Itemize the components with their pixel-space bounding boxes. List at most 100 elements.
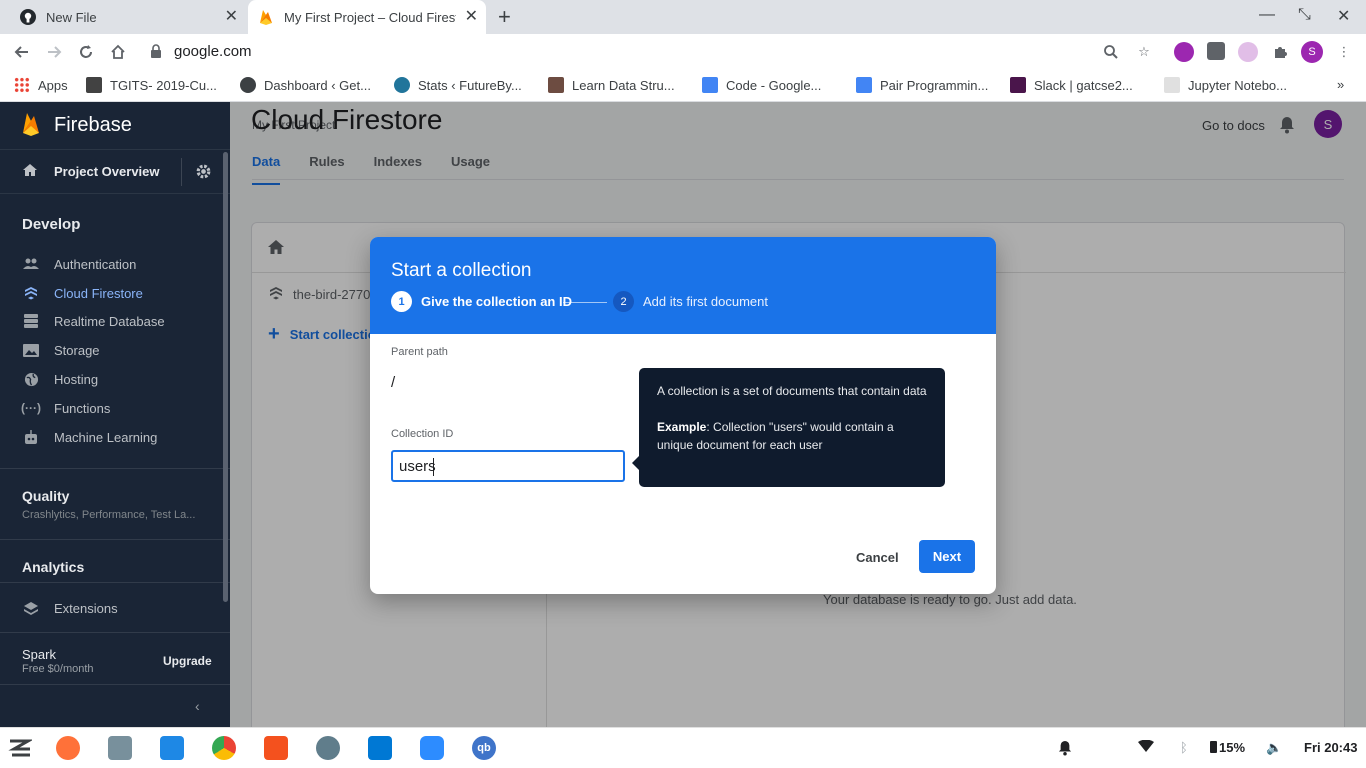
bookmark-apps[interactable]: Apps — [14, 77, 68, 93]
bookmark-favicon-icon — [548, 77, 564, 93]
software-store-icon[interactable] — [160, 736, 184, 760]
dialog-title: Start a collection — [391, 260, 532, 281]
files-icon[interactable] — [108, 736, 132, 760]
quality-subtitle: Crashlytics, Performance, Test La... — [22, 509, 196, 521]
bookmark-star-icon[interactable]: ☆ — [1133, 41, 1155, 63]
google-docs-icon — [702, 77, 718, 93]
sidebar-item-realtime-database[interactable]: Realtime Database — [0, 308, 230, 334]
step-number: 1 — [391, 291, 412, 312]
firebase-brand[interactable]: Firebase — [0, 102, 230, 150]
extension-icon[interactable] — [1174, 42, 1194, 62]
battery-indicator[interactable]: 15% — [1210, 740, 1245, 755]
stepper-step-1: 1 Give the collection an ID — [391, 291, 572, 312]
close-window-icon[interactable]: ✕ — [1337, 6, 1350, 26]
sidebar-scrollbar[interactable] — [223, 152, 228, 602]
browser-menu-icon[interactable]: ⋮ — [1333, 41, 1355, 63]
quality-heading[interactable]: Quality — [0, 488, 69, 504]
restore-icon[interactable]: ⤡ — [1298, 6, 1311, 24]
parent-path-label: Parent path — [391, 346, 448, 358]
launcher-icon[interactable] — [8, 736, 32, 760]
stepper-connector — [563, 302, 607, 303]
divider — [0, 539, 230, 540]
extension-tool-icon[interactable] — [1207, 42, 1225, 60]
sidebar-item-machine-learning[interactable]: Machine Learning — [0, 424, 230, 450]
back-icon[interactable] — [11, 41, 33, 63]
anydesk-icon[interactable] — [264, 736, 288, 760]
chrome-icon[interactable] — [212, 736, 236, 760]
bookmark-favicon-icon — [240, 77, 256, 93]
firefox-icon[interactable] — [56, 736, 80, 760]
vscode-icon[interactable] — [368, 736, 392, 760]
qbittorrent-icon[interactable]: qb — [472, 736, 496, 760]
divider — [0, 582, 230, 583]
firebase-icon — [258, 9, 274, 25]
settings-icon[interactable] — [316, 736, 340, 760]
home-icon[interactable] — [107, 41, 129, 63]
settings-gear-icon[interactable] — [195, 163, 212, 183]
lock-icon[interactable] — [150, 44, 162, 61]
bookmark-item[interactable]: Dashboard ‹ Get... — [240, 77, 371, 93]
tab-title: My First Project – Cloud Firestore — [284, 9, 456, 25]
firestore-icon — [22, 284, 40, 302]
bookmark-item[interactable]: Pair Programmin... — [856, 77, 988, 93]
bluetooth-icon[interactable]: ᛒ — [1180, 740, 1188, 755]
firebase-logo-icon — [22, 112, 40, 139]
sidebar-item-extensions[interactable]: Extensions — [0, 595, 230, 621]
bookmark-item[interactable]: TGITS- 2019-Cu... — [86, 77, 217, 93]
globe-icon — [22, 370, 40, 388]
battery-icon — [1210, 741, 1217, 753]
step-label: Give the collection an ID — [421, 294, 572, 309]
browser-tab-firestore[interactable]: My First Project – Cloud Firestore ✕ — [248, 0, 486, 34]
more-bookmarks-icon[interactable]: » — [1337, 77, 1344, 92]
zoom-app-icon[interactable] — [420, 736, 444, 760]
tooltip-description: A collection is a set of documents that … — [657, 384, 927, 398]
browser-tab-new-file[interactable]: New File ✕ — [10, 0, 246, 34]
close-tab-icon[interactable]: ✕ — [225, 9, 238, 25]
sidebar-item-hosting[interactable]: Hosting — [0, 366, 230, 392]
project-overview-item[interactable]: Project Overview — [0, 150, 230, 194]
minimize-icon[interactable]: — — [1259, 6, 1275, 24]
system-clock[interactable]: Fri 20:43 — [1304, 740, 1357, 755]
forward-icon[interactable] — [43, 41, 65, 63]
extensions-puzzle-icon[interactable] — [1269, 41, 1291, 63]
bookmark-item[interactable]: Slack | gatcse2... — [1010, 77, 1133, 93]
address-bar[interactable]: google.com — [174, 43, 252, 60]
collection-id-input[interactable] — [391, 450, 625, 482]
sidebar-item-functions[interactable]: (···) Functions — [0, 395, 230, 421]
extensions-icon — [22, 599, 40, 617]
divider — [0, 468, 230, 469]
cancel-button[interactable]: Cancel — [844, 541, 911, 573]
parent-path-value: / — [391, 374, 396, 391]
browser-tabstrip: New File ✕ My First Project – Cloud Fire… — [0, 0, 1366, 34]
develop-heading[interactable]: Develop — [0, 216, 80, 233]
bookmark-item[interactable]: Learn Data Stru... — [548, 77, 675, 93]
wordpress-icon — [394, 77, 410, 93]
new-tab-icon[interactable]: + — [498, 6, 511, 28]
bookmarks-bar: Apps TGITS- 2019-Cu... Dashboard ‹ Get..… — [0, 70, 1366, 102]
bookmark-item[interactable]: Code - Google... — [702, 77, 821, 93]
plan-price: Free $0/month — [22, 663, 94, 675]
divider — [0, 684, 230, 685]
wifi-icon[interactable] — [1138, 739, 1154, 755]
sidebar-item-cloud-firestore[interactable]: Cloud Firestore — [0, 280, 230, 306]
stepper-step-2: 2 Add its first document — [613, 291, 768, 312]
sidebar-item-storage[interactable]: Storage — [0, 337, 230, 363]
collapse-sidebar-icon[interactable]: ‹ — [195, 698, 200, 714]
bookmark-item[interactable]: Jupyter Notebo... — [1164, 77, 1287, 93]
next-button[interactable]: Next — [919, 540, 975, 573]
sidebar-item-authentication[interactable]: Authentication — [0, 251, 230, 277]
bookmark-item[interactable]: Stats ‹ FutureBy... — [394, 77, 522, 93]
analytics-heading[interactable]: Analytics — [0, 559, 84, 575]
bookmark-favicon-icon — [86, 77, 102, 93]
reload-icon[interactable] — [75, 41, 97, 63]
browser-profile-avatar[interactable]: S — [1301, 41, 1323, 63]
dialog-header: Start a collection 1 Give the collection… — [370, 237, 996, 334]
zoom-icon[interactable] — [1100, 41, 1122, 63]
firebase-sidebar: Firebase Project Overview Develop Authen… — [0, 102, 230, 727]
close-tab-icon[interactable]: ✕ — [465, 9, 478, 25]
extension-media-icon[interactable] — [1238, 42, 1258, 62]
volume-icon[interactable]: 🔈 — [1266, 740, 1282, 756]
upgrade-button[interactable]: Upgrade — [163, 654, 212, 668]
notifications-icon[interactable] — [1058, 740, 1072, 759]
functions-icon: (···) — [21, 401, 41, 415]
